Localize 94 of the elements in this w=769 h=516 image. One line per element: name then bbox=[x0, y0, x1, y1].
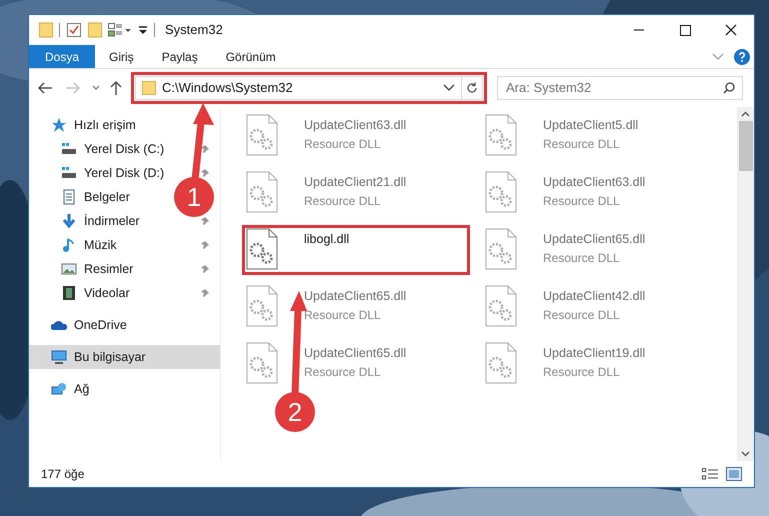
file-item[interactable]: UpdateClient65.dll Resource DLL bbox=[242, 339, 470, 389]
address-path: C:\Windows\System32 bbox=[162, 79, 293, 98]
properties-icon[interactable] bbox=[66, 22, 82, 38]
file-item[interactable]: UpdateClient63.dll Resource DLL bbox=[481, 168, 709, 218]
file-type: Resource DLL bbox=[304, 192, 382, 210]
file-type: Resource DLL bbox=[543, 250, 621, 267]
sidebar-item[interactable]: Videolar bbox=[29, 281, 136, 305]
file-name: UpdateClient5.dll bbox=[543, 117, 638, 134]
settings-file-icon bbox=[246, 285, 278, 327]
address-history-icon[interactable] bbox=[443, 84, 455, 92]
large-icons-view-icon[interactable] bbox=[726, 467, 742, 481]
file-type: Resource DLL bbox=[304, 306, 382, 324]
pin-icon[interactable] bbox=[200, 264, 210, 274]
file-name: UpdateClient63.dll bbox=[543, 174, 646, 191]
ribbon-tab[interactable]: Görünüm bbox=[212, 45, 290, 68]
ribbon-tab[interactable]: Dosya bbox=[29, 45, 96, 68]
folder-icon bbox=[142, 81, 156, 95]
file-item[interactable]: UpdateClient5.dll Resource DLL bbox=[481, 111, 709, 161]
recent-locations-icon[interactable] bbox=[91, 84, 101, 92]
settings-file-icon bbox=[485, 171, 517, 213]
settings-file-icon bbox=[246, 228, 278, 270]
file-item[interactable]: libogl.dll bbox=[242, 225, 470, 275]
customize-toolbar-icon[interactable] bbox=[138, 24, 148, 36]
sidebar-item[interactable]: Bu bilgisayar bbox=[29, 345, 220, 369]
star-icon bbox=[51, 117, 67, 133]
refresh-icon bbox=[466, 82, 478, 94]
file-item[interactable]: UpdateClient63.dll Resource DLL bbox=[242, 111, 470, 161]
file-name: UpdateClient65.dll bbox=[304, 288, 406, 305]
settings-file-icon bbox=[485, 114, 517, 156]
ribbon-tab[interactable]: Giriş bbox=[95, 45, 148, 68]
document-icon bbox=[61, 189, 77, 205]
window-title: System32 bbox=[164, 21, 223, 40]
file-name: UpdateClient42.dll bbox=[543, 288, 646, 305]
sidebar-item[interactable]: İndirmeler bbox=[29, 209, 146, 233]
minimize-icon bbox=[634, 29, 644, 31]
download-arrow-icon bbox=[61, 213, 77, 229]
details-view-icon[interactable] bbox=[702, 468, 718, 480]
ribbon-tab[interactable]: Paylaş bbox=[148, 45, 212, 68]
settings-file-icon bbox=[485, 342, 517, 384]
file-name: UpdateClient65.dll bbox=[543, 231, 646, 248]
file-item[interactable]: UpdateClient65.dll Resource DLL bbox=[242, 282, 470, 332]
file-name: UpdateClient65.dll bbox=[304, 345, 406, 362]
scrollbar[interactable] bbox=[737, 107, 754, 461]
close-icon bbox=[725, 24, 737, 36]
scroll-up-icon[interactable] bbox=[741, 111, 750, 117]
drive-icon bbox=[61, 165, 77, 181]
file-type: Resource DLL bbox=[543, 136, 621, 153]
monitor-icon bbox=[51, 349, 67, 365]
sidebar-item[interactable]: Müzik bbox=[29, 233, 123, 257]
file-name: UpdateClient63.dll bbox=[304, 117, 406, 134]
file-name: UpdateClient19.dll bbox=[543, 345, 646, 362]
settings-file-icon bbox=[485, 285, 517, 327]
file-type: Resource DLL bbox=[304, 364, 382, 381]
file-item[interactable]: UpdateClient65.dll Resource DLL bbox=[481, 225, 709, 275]
settings-file-icon bbox=[246, 171, 278, 213]
pin-icon[interactable] bbox=[200, 216, 210, 226]
item-count: 177 öğe bbox=[41, 466, 84, 483]
sidebar-item[interactable]: Hızlı erişim bbox=[29, 113, 142, 137]
search-field[interactable]: Ara: System32 bbox=[497, 76, 743, 100]
pin-icon[interactable] bbox=[200, 240, 210, 250]
sidebar-item[interactable]: Resimler bbox=[29, 257, 140, 281]
up-arrow-icon[interactable] bbox=[109, 80, 123, 96]
file-item[interactable]: UpdateClient19.dll Resource DLL bbox=[481, 339, 709, 389]
settings-file-icon bbox=[485, 228, 517, 270]
sidebar-item[interactable]: Belgeler bbox=[29, 185, 136, 209]
network-icon bbox=[51, 381, 67, 397]
settings-file-icon bbox=[246, 114, 278, 156]
film-icon bbox=[61, 285, 77, 301]
scroll-down-icon[interactable] bbox=[741, 451, 750, 457]
file-name: UpdateClient21.dll bbox=[304, 174, 406, 191]
pin-icon[interactable] bbox=[200, 168, 210, 178]
file-item[interactable]: UpdateClient21.dll Resource DLL bbox=[242, 168, 470, 218]
back-arrow-icon[interactable] bbox=[37, 81, 53, 95]
sidebar-item[interactable]: Ağ bbox=[29, 377, 96, 401]
expand-ribbon-icon[interactable] bbox=[712, 52, 724, 60]
file-type: Resource DLL bbox=[543, 306, 621, 324]
file-type: Resource DLL bbox=[543, 192, 621, 210]
pin-icon[interactable] bbox=[200, 144, 210, 154]
help-icon[interactable] bbox=[734, 48, 750, 64]
file-name: libogl.dll bbox=[304, 231, 350, 248]
pin-icon[interactable] bbox=[200, 288, 210, 298]
search-icon bbox=[723, 82, 735, 94]
file-item[interactable]: UpdateClient42.dll Resource DLL bbox=[481, 282, 709, 332]
maximize-icon bbox=[680, 24, 690, 36]
file-type: Resource DLL bbox=[543, 364, 621, 381]
sidebar-item[interactable]: OneDrive bbox=[29, 313, 133, 337]
drive-icon bbox=[61, 141, 77, 157]
view-options-icon[interactable] bbox=[108, 23, 132, 37]
picture-frame-icon bbox=[61, 261, 77, 277]
file-type: Resource DLL bbox=[304, 136, 382, 153]
sidebar-item[interactable]: Yerel Disk (C:) bbox=[29, 137, 170, 161]
settings-file-icon bbox=[246, 342, 278, 384]
sidebar-item[interactable]: Yerel Disk (D:) bbox=[29, 161, 170, 185]
scrollbar-thumb[interactable] bbox=[738, 121, 752, 171]
